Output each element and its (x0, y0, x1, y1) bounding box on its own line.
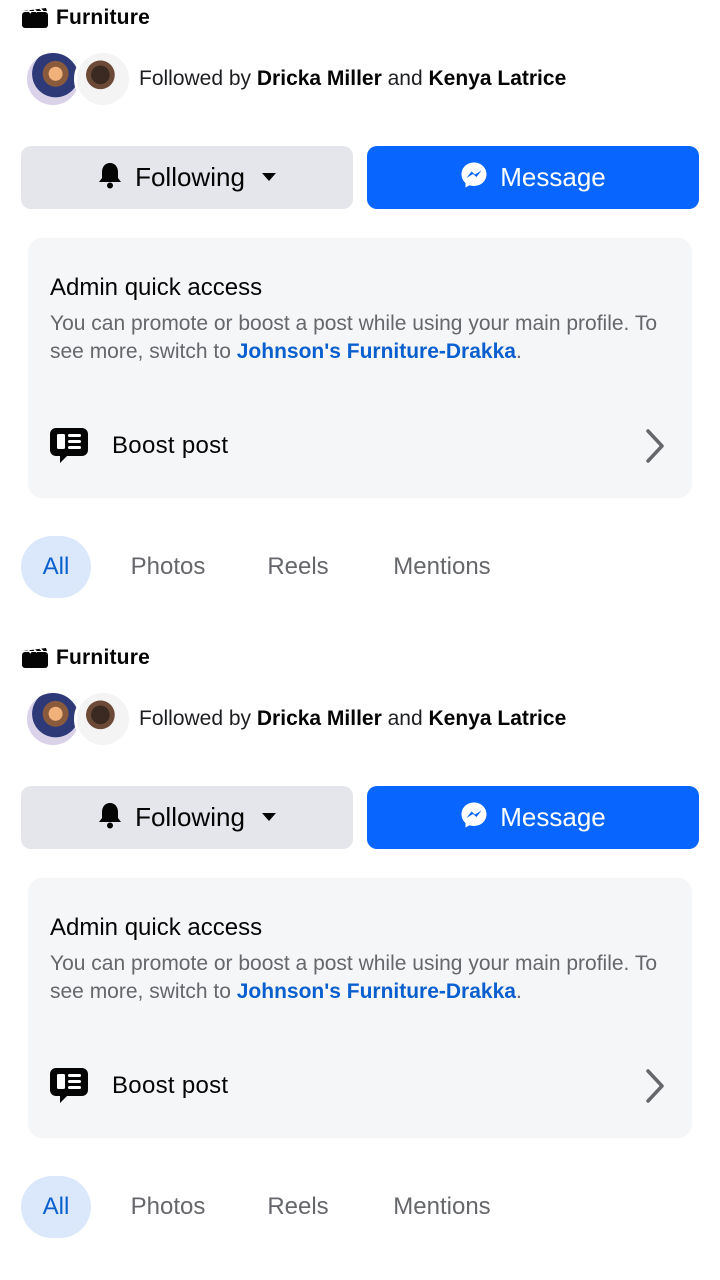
follower-avatars (24, 50, 132, 108)
page-header-section: Furniture Followed by Dricka Miller and … (0, 640, 720, 1280)
boost-post-item[interactable]: Boost post (48, 424, 668, 468)
admin-quick-access-card: Admin quick access You can promote or bo… (28, 238, 692, 498)
category-label: Furniture (56, 6, 150, 29)
message-label: Message (500, 162, 606, 192)
following-button[interactable]: Following (21, 146, 353, 209)
admin-quick-access-card: Admin quick access You can promote or bo… (28, 878, 692, 1138)
tab-mentions[interactable]: Mentions (367, 536, 517, 598)
caret-down-icon (261, 169, 277, 187)
page-header-section: Furniture Followed by Dricka Miller and … (0, 0, 720, 640)
bell-icon (97, 801, 123, 834)
avatar (74, 690, 132, 748)
boost-post-label: Boost post (112, 432, 229, 459)
boost-post-icon (48, 426, 90, 466)
message-button[interactable]: Message (367, 786, 699, 849)
tab-mentions[interactable]: Mentions (367, 1176, 517, 1238)
boost-post-item[interactable]: Boost post (48, 1064, 668, 1108)
tab-all[interactable]: All (21, 1176, 91, 1238)
followed-by-row[interactable]: Followed by Dricka Miller and Kenya Latr… (24, 50, 566, 108)
content-tabs: All Photos Reels Mentions (21, 1176, 699, 1238)
caret-down-icon (261, 809, 277, 827)
chevron-right-icon (642, 1068, 668, 1104)
tab-all[interactable]: All (21, 536, 91, 598)
following-label: Following (135, 162, 245, 192)
message-label: Message (500, 802, 606, 832)
follower-avatars (24, 690, 132, 748)
category-row: Furniture (22, 6, 150, 29)
clapperboard-icon (22, 648, 48, 668)
clapperboard-icon (22, 8, 48, 28)
tab-reels[interactable]: Reels (247, 536, 349, 598)
tab-reels[interactable]: Reels (247, 1176, 349, 1238)
switch-profile-link[interactable]: Johnson's Furniture-Drakka (237, 340, 516, 363)
followed-by-text: Followed by Dricka Miller and Kenya Latr… (139, 67, 567, 90)
messenger-icon (460, 161, 488, 194)
avatar (74, 50, 132, 108)
boost-post-icon (48, 1066, 90, 1106)
action-buttons: Following Message (21, 146, 699, 209)
followed-by-text: Followed by Dricka Miller and Kenya Latr… (139, 707, 567, 730)
following-label: Following (135, 802, 245, 832)
admin-card-title: Admin quick access (50, 274, 263, 301)
admin-card-description: You can promote or boost a post while us… (50, 312, 658, 363)
switch-profile-link[interactable]: Johnson's Furniture-Drakka (237, 980, 516, 1003)
category-label: Furniture (56, 646, 150, 669)
tab-photos[interactable]: Photos (105, 536, 231, 598)
followed-by-row[interactable]: Followed by Dricka Miller and Kenya Latr… (24, 690, 566, 748)
action-buttons: Following Message (21, 786, 699, 849)
messenger-icon (460, 801, 488, 834)
follower-name: Dricka Miller (256, 707, 382, 730)
tab-photos[interactable]: Photos (105, 1176, 231, 1238)
admin-card-title: Admin quick access (50, 914, 263, 941)
boost-post-label: Boost post (112, 1072, 229, 1099)
follower-name: Kenya Latrice (428, 67, 567, 90)
follower-name: Dricka Miller (256, 67, 382, 90)
following-button[interactable]: Following (21, 786, 353, 849)
content-tabs: All Photos Reels Mentions (21, 536, 699, 598)
category-row: Furniture (22, 646, 150, 669)
follower-name: Kenya Latrice (428, 707, 567, 730)
message-button[interactable]: Message (367, 146, 699, 209)
bell-icon (97, 161, 123, 194)
admin-card-description: You can promote or boost a post while us… (50, 952, 658, 1003)
chevron-right-icon (642, 428, 668, 464)
